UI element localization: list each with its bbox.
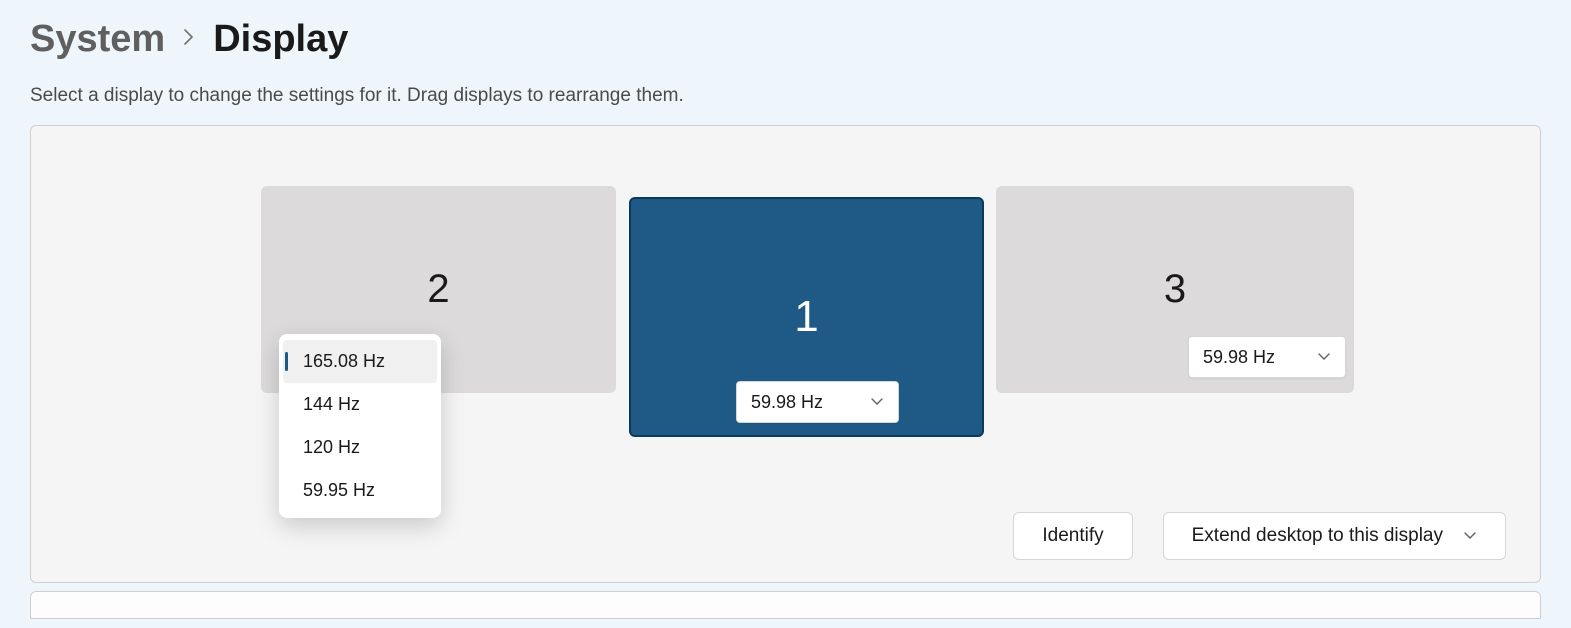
- refresh-rate-select-monitor-1[interactable]: 59.98 Hz: [736, 381, 899, 423]
- display-arrangement-panel: 2 1 3 59.98 Hz 59.98 Hz 165.08 Hz 144 Hz…: [30, 125, 1541, 583]
- next-settings-card[interactable]: [30, 591, 1541, 619]
- refresh-rate-value: 59.98 Hz: [1203, 347, 1275, 368]
- monitors-canvas[interactable]: 2 1 3 59.98 Hz 59.98 Hz 165.08 Hz 144 Hz…: [31, 126, 1540, 506]
- refresh-rate-value: 59.98 Hz: [751, 392, 823, 413]
- breadcrumb: System Display: [0, 0, 1571, 61]
- dropdown-item[interactable]: 120 Hz: [283, 426, 437, 469]
- dropdown-item[interactable]: 144 Hz: [283, 383, 437, 426]
- refresh-rate-dropdown-menu: 165.08 Hz 144 Hz 120 Hz 59.95 Hz: [279, 334, 441, 518]
- refresh-rate-select-monitor-3[interactable]: 59.98 Hz: [1188, 336, 1346, 378]
- extend-desktop-button[interactable]: Extend desktop to this display: [1163, 512, 1506, 560]
- page-description: Select a display to change the settings …: [0, 61, 1571, 125]
- chevron-down-icon: [1293, 352, 1331, 362]
- dropdown-item[interactable]: 165.08 Hz: [283, 340, 437, 383]
- chevron-down-icon: [846, 397, 884, 407]
- panel-action-bar: Identify Extend desktop to this display: [1013, 512, 1506, 560]
- breadcrumb-parent-system[interactable]: System: [30, 18, 165, 61]
- button-label: Extend desktop to this display: [1192, 525, 1443, 547]
- chevron-right-icon: [183, 28, 195, 52]
- monitor-number: 3: [1164, 267, 1186, 312]
- identify-button[interactable]: Identify: [1013, 512, 1132, 560]
- chevron-down-icon: [1463, 531, 1477, 541]
- page-title: Display: [213, 18, 348, 61]
- dropdown-item[interactable]: 59.95 Hz: [283, 469, 437, 512]
- button-label: Identify: [1042, 525, 1103, 547]
- monitor-number: 1: [794, 292, 818, 342]
- monitor-number: 2: [427, 267, 449, 312]
